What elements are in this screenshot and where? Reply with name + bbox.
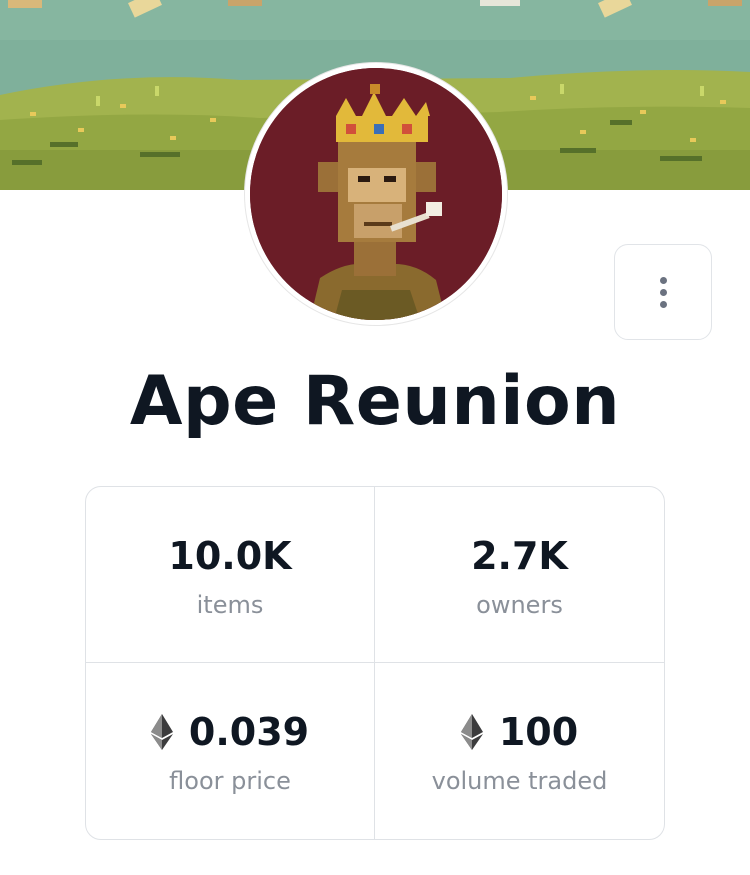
stat-volume-traded-value: 100 <box>460 707 579 757</box>
stat-volume-traded-number: 100 <box>498 710 579 754</box>
stat-floor-price-value: 0.039 <box>150 707 310 757</box>
collection-title: Ape Reunion <box>129 362 621 441</box>
collection-page: Ape Reunion 10.0K items 2.7K owners 0.03… <box>0 0 750 875</box>
stat-floor-price-number: 0.039 <box>188 710 310 754</box>
ape-avatar-image <box>250 68 502 320</box>
stat-items-label: items <box>196 590 264 619</box>
stat-owners-value: 2.7K <box>471 531 568 581</box>
ethereum-icon <box>150 714 173 750</box>
stat-volume-traded-label: volume traded <box>431 767 608 795</box>
collection-avatar <box>245 63 507 325</box>
stat-owners-label: owners <box>476 590 563 619</box>
stat-items-number: 10.0K <box>168 533 292 578</box>
collection-stats: 10.0K items 2.7K owners 0.039 floor pric… <box>85 486 665 840</box>
stat-owners[interactable]: 2.7K owners <box>375 487 664 663</box>
stat-items-value: 10.0K <box>168 531 291 581</box>
ethereum-icon <box>460 714 483 750</box>
stat-floor-price[interactable]: 0.039 floor price <box>86 663 375 839</box>
more-options-button[interactable] <box>614 244 712 340</box>
stat-volume-traded[interactable]: 100 volume traded <box>375 663 664 839</box>
stat-floor-price-label: floor price <box>169 767 291 795</box>
kebab-vertical-icon <box>659 276 667 308</box>
stat-items[interactable]: 10.0K items <box>86 487 375 663</box>
stat-owners-number: 2.7K <box>471 533 568 578</box>
